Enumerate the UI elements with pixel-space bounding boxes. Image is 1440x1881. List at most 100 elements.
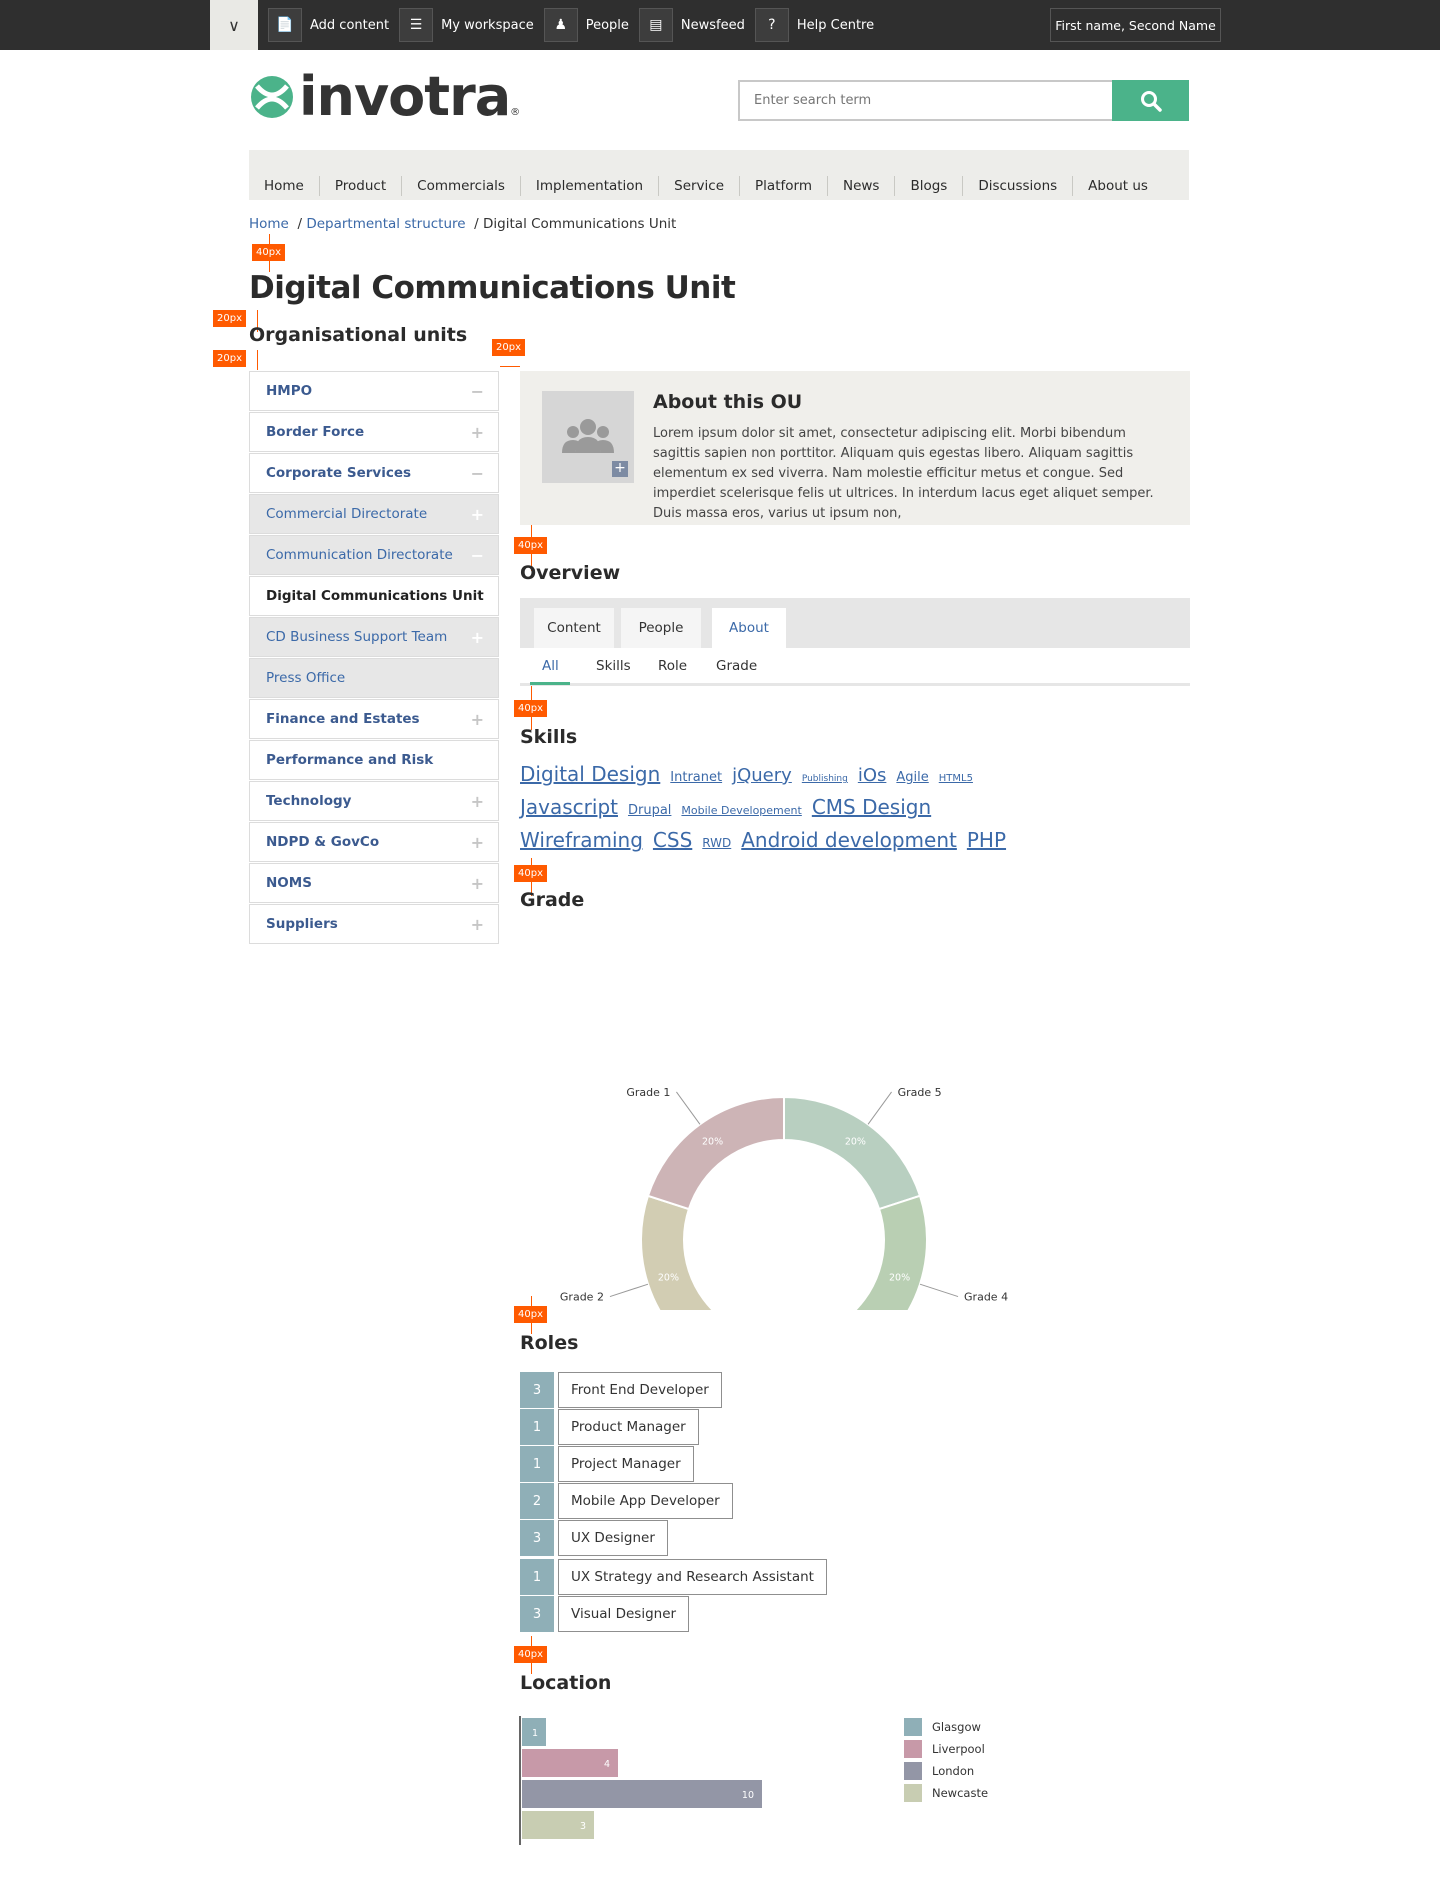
donut-value-label: 20% xyxy=(845,1137,866,1148)
role-label[interactable]: Mobile App Developer xyxy=(558,1483,733,1519)
donut-slice-grade-1[interactable] xyxy=(646,1095,785,1211)
grade-heading: Grade xyxy=(520,889,585,911)
tab-about[interactable]: About xyxy=(712,608,786,648)
skill-tag-css[interactable]: CSS xyxy=(653,828,692,852)
role-item[interactable]: 3 UX Designer xyxy=(520,1520,827,1556)
expand-icon[interactable]: + xyxy=(471,792,484,811)
bar-london[interactable] xyxy=(522,1780,762,1808)
sidebar-item-cd-business-support-team[interactable]: CD Business Support Team + xyxy=(249,617,499,657)
nav-item-service[interactable]: Service xyxy=(659,176,741,196)
sidebar-item-commercial-directorate[interactable]: Commercial Directorate + xyxy=(249,494,499,534)
search-button[interactable] xyxy=(1112,80,1189,121)
role-item[interactable]: 3 Visual Designer xyxy=(520,1596,827,1632)
nav-item-product[interactable]: Product xyxy=(320,176,403,196)
nav-item-blogs[interactable]: Blogs xyxy=(895,176,964,196)
sidebar-item-suppliers[interactable]: Suppliers + xyxy=(249,904,499,944)
registered-mark: ® xyxy=(510,107,521,118)
nav-item-implementation[interactable]: Implementation xyxy=(521,176,660,196)
sidebar-item-digital-communications-unit[interactable]: Digital Communications Unit xyxy=(249,576,499,616)
skill-tag-digital-design[interactable]: Digital Design xyxy=(520,762,660,786)
sidebar-item-border-force[interactable]: Border Force + xyxy=(249,412,499,452)
role-item[interactable]: 1 Project Manager xyxy=(520,1446,827,1482)
nav-item-home[interactable]: Home xyxy=(249,176,320,196)
sidebar-item-hmpo[interactable]: HMPO − xyxy=(249,371,499,411)
brand-logo[interactable]: invotra ® xyxy=(249,70,521,124)
expand-icon[interactable]: + xyxy=(471,710,484,729)
user-menu-button[interactable]: First name, Second Name xyxy=(1050,8,1221,42)
collapse-icon[interactable]: − xyxy=(471,546,484,565)
role-label[interactable]: UX Designer xyxy=(558,1520,668,1556)
document-icon: 📄 xyxy=(268,8,302,42)
sidebar-item-press-office[interactable]: Press Office xyxy=(249,658,499,698)
sidebar-item-finance-and-estates[interactable]: Finance and Estates + xyxy=(249,699,499,739)
skill-tag-javascript[interactable]: Javascript xyxy=(520,795,618,819)
expand-icon[interactable]: + xyxy=(471,628,484,647)
sidebar-item-performance-and-risk[interactable]: Performance and Risk xyxy=(249,740,499,780)
sidebar-item-label: Border Force xyxy=(266,424,365,440)
collapse-icon[interactable]: − xyxy=(471,382,484,401)
nav-item-discussions[interactable]: Discussions xyxy=(963,176,1074,196)
toolbar-toggle-button[interactable]: ∨ xyxy=(210,0,258,50)
skill-tag-ios[interactable]: iOs xyxy=(858,765,887,786)
role-item[interactable]: 2 Mobile App Developer xyxy=(520,1483,827,1519)
toolbar-item-help-centre[interactable]: ? Help Centre xyxy=(754,8,874,42)
collapse-icon[interactable]: − xyxy=(471,464,484,483)
skill-tag-publishing[interactable]: Publishing xyxy=(802,774,848,784)
sidebar-item-label: HMPO xyxy=(266,383,313,399)
skill-tag-drupal[interactable]: Drupal xyxy=(628,803,671,818)
skills-row: Javascript Drupal Mobile Developement CMS D… xyxy=(520,795,1020,822)
sidebar-item-ndpd-govco[interactable]: NDPD & GovCo + xyxy=(249,822,499,862)
skill-tag-wireframing[interactable]: Wireframing xyxy=(520,828,643,852)
breadcrumb-parent-link[interactable]: Departmental structure xyxy=(306,216,465,232)
breadcrumb-home-link[interactable]: Home xyxy=(249,216,289,232)
nav-item-news[interactable]: News xyxy=(828,176,896,196)
subtab-skills[interactable]: Skills xyxy=(596,658,631,674)
role-item[interactable]: 3 Front End Developer xyxy=(520,1372,827,1408)
skill-tag-html5[interactable]: HTML5 xyxy=(939,773,973,784)
toolbar-item-people[interactable]: ♟ People xyxy=(543,8,629,42)
search-input[interactable] xyxy=(738,80,1112,121)
skill-tag-rwd[interactable]: RWD xyxy=(702,836,731,850)
role-label[interactable]: Visual Designer xyxy=(558,1596,690,1632)
nav-item-platform[interactable]: Platform xyxy=(740,176,828,196)
overview-heading: Overview xyxy=(520,562,621,584)
nav-item-about-us[interactable]: About us xyxy=(1073,176,1163,196)
role-item[interactable]: 1 UX Strategy and Research Assistant xyxy=(520,1559,827,1595)
sidebar-item-communication-directorate[interactable]: Communication Directorate − xyxy=(249,535,499,575)
donut-slice-grade-4[interactable] xyxy=(843,1194,928,1310)
donut-slice-grade-5[interactable] xyxy=(783,1095,922,1211)
expand-icon[interactable]: + xyxy=(471,833,484,852)
subtab-grade[interactable]: Grade xyxy=(716,658,757,674)
donut-slice-grade-2[interactable] xyxy=(640,1194,725,1310)
role-label[interactable]: Project Manager xyxy=(558,1446,694,1482)
toolbar-item-newsfeed[interactable]: ▤ Newsfeed xyxy=(638,8,745,42)
role-label[interactable]: Front End Developer xyxy=(558,1372,722,1408)
sidebar-item-technology[interactable]: Technology + xyxy=(249,781,499,821)
expand-icon[interactable]: + xyxy=(471,505,484,524)
tab-content[interactable]: Content xyxy=(534,608,614,648)
skill-tag-intranet[interactable]: Intranet xyxy=(670,770,722,785)
toolbar-item-add-content[interactable]: 📄 Add content xyxy=(268,8,389,42)
subtab-all[interactable]: All xyxy=(542,658,559,674)
sidebar-item-noms[interactable]: NOMS + xyxy=(249,863,499,903)
expand-icon[interactable]: + xyxy=(471,423,484,442)
subtab-role[interactable]: Role xyxy=(658,658,687,674)
role-label[interactable]: UX Strategy and Research Assistant xyxy=(558,1559,827,1595)
skill-tag-android-development[interactable]: Android development xyxy=(741,828,957,852)
sidebar-item-corporate-services[interactable]: Corporate Services − xyxy=(249,453,499,493)
expand-icon[interactable]: + xyxy=(471,874,484,893)
skill-tag-mobile-developement[interactable]: Mobile Developement xyxy=(681,804,801,817)
main-nav: Home Product Commercials Implementation Serv… xyxy=(249,150,1189,200)
skill-tag-agile[interactable]: Agile xyxy=(896,770,928,785)
skills-row: Wireframing CSS RWD Android development PHP xyxy=(520,828,1020,855)
skill-tag-php[interactable]: PHP xyxy=(967,828,1006,852)
add-image-icon[interactable]: + xyxy=(612,461,628,477)
role-label[interactable]: Product Manager xyxy=(558,1409,699,1445)
skill-tag-jquery[interactable]: jQuery xyxy=(732,765,792,786)
expand-icon[interactable]: + xyxy=(471,915,484,934)
toolbar-item-my-workspace[interactable]: ☰ My workspace xyxy=(399,8,534,42)
tab-people[interactable]: People xyxy=(621,608,701,648)
nav-item-commercials[interactable]: Commercials xyxy=(402,176,521,196)
skill-tag-cms-design[interactable]: CMS Design xyxy=(812,795,931,819)
role-item[interactable]: 1 Product Manager xyxy=(520,1409,827,1445)
